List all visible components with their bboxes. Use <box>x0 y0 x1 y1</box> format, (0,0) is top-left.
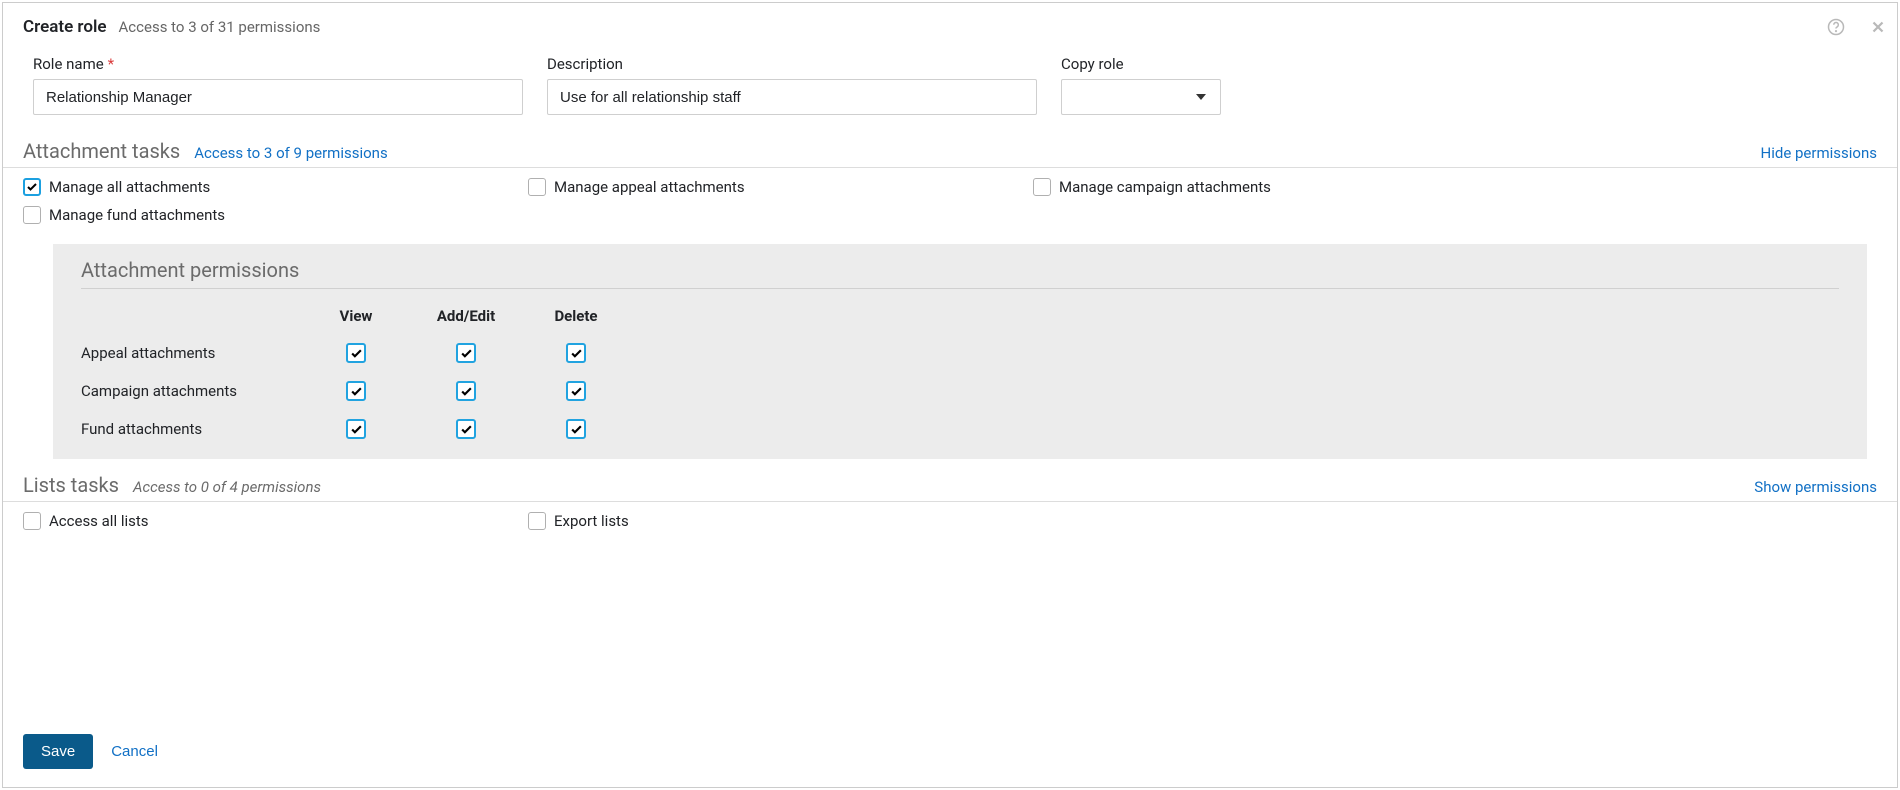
lists-toggle-link[interactable]: Show permissions <box>1754 478 1877 496</box>
checkbox-unchecked-icon <box>528 512 546 530</box>
attachment-permissions-title: Attachment permissions <box>81 258 1839 289</box>
row-fund-label: Fund attachments <box>81 420 301 438</box>
campaign-delete-checkbox[interactable] <box>566 381 586 401</box>
dialog-title: Create role <box>23 17 107 37</box>
form-row: Role name* Description Copy role <box>3 49 1897 137</box>
col-view: View <box>301 307 411 325</box>
campaign-view-checkbox[interactable] <box>346 381 366 401</box>
required-star: * <box>108 55 114 73</box>
access-all-lists[interactable]: Access all lists <box>23 512 528 530</box>
attachment-permissions-table: View Add/Edit Delete Appeal attachments … <box>81 307 1839 439</box>
appeal-view-checkbox[interactable] <box>346 343 366 363</box>
role-name-label: Role name <box>33 55 104 73</box>
copy-role-select[interactable] <box>1061 79 1221 115</box>
checkbox-unchecked-icon <box>23 206 41 224</box>
manage-appeal-attachments[interactable]: Manage appeal attachments <box>528 178 1033 196</box>
manage-campaign-attachments[interactable]: Manage campaign attachments <box>1033 178 1538 196</box>
checkbox-checked-icon <box>23 178 41 196</box>
create-role-dialog: Create role Access to 3 of 31 permission… <box>2 2 1898 788</box>
attachment-toggle-link[interactable]: Hide permissions <box>1761 144 1877 162</box>
manage-all-label: Manage all attachments <box>49 178 210 196</box>
access-all-lists-label: Access all lists <box>49 512 149 530</box>
row-campaign-label: Campaign attachments <box>81 382 301 400</box>
copy-role-label: Copy role <box>1061 55 1221 73</box>
export-lists[interactable]: Export lists <box>528 512 1033 530</box>
checkbox-unchecked-icon <box>528 178 546 196</box>
fund-view-checkbox[interactable] <box>346 419 366 439</box>
attachment-section-sub: Access to 3 of 9 permissions <box>194 144 387 162</box>
fund-delete-checkbox[interactable] <box>566 419 586 439</box>
description-label: Description <box>547 55 1037 73</box>
description-input[interactable] <box>547 79 1037 115</box>
attachment-permissions-panel: Attachment permissions View Add/Edit Del… <box>53 244 1867 459</box>
checkbox-unchecked-icon <box>1033 178 1051 196</box>
save-button[interactable]: Save <box>23 734 93 769</box>
attachment-section-title: Attachment tasks <box>23 139 180 163</box>
col-delete: Delete <box>521 307 631 325</box>
attachment-checkbox-row-1: Manage all attachments Manage appeal att… <box>3 178 1897 206</box>
copy-role-field: Copy role <box>1061 55 1221 115</box>
manage-appeal-label: Manage appeal attachments <box>554 178 745 196</box>
cancel-button[interactable]: Cancel <box>111 743 158 760</box>
fund-addedit-checkbox[interactable] <box>456 419 476 439</box>
attachment-section-header: Attachment tasks Access to 3 of 9 permis… <box>3 139 1897 168</box>
dialog-subtitle: Access to 3 of 31 permissions <box>119 18 321 36</box>
lists-checkbox-row: Access all lists Export lists <box>3 512 1897 540</box>
campaign-addedit-checkbox[interactable] <box>456 381 476 401</box>
close-icon[interactable] <box>1869 18 1887 36</box>
lists-section-title: Lists tasks <box>23 473 119 497</box>
dialog-header: Create role Access to 3 of 31 permission… <box>3 3 1897 49</box>
role-name-field: Role name* <box>33 55 523 115</box>
dialog-footer: Save Cancel <box>3 716 1897 787</box>
chevron-down-icon <box>1196 94 1206 100</box>
description-field: Description <box>547 55 1037 115</box>
checkbox-unchecked-icon <box>23 512 41 530</box>
manage-fund-attachments[interactable]: Manage fund attachments <box>23 206 528 224</box>
appeal-delete-checkbox[interactable] <box>566 343 586 363</box>
appeal-addedit-checkbox[interactable] <box>456 343 476 363</box>
help-icon[interactable] <box>1827 18 1845 36</box>
lists-section-sub: Access to 0 of 4 permissions <box>133 478 321 496</box>
attachment-checkbox-row-2: Manage fund attachments <box>3 206 1897 234</box>
role-name-input[interactable] <box>33 79 523 115</box>
col-add-edit: Add/Edit <box>411 307 521 325</box>
export-lists-label: Export lists <box>554 512 629 530</box>
manage-fund-label: Manage fund attachments <box>49 206 225 224</box>
row-appeal-label: Appeal attachments <box>81 344 301 362</box>
manage-all-attachments[interactable]: Manage all attachments <box>23 178 528 196</box>
manage-campaign-label: Manage campaign attachments <box>1059 178 1271 196</box>
lists-section-header: Lists tasks Access to 0 of 4 permissions… <box>3 473 1897 502</box>
